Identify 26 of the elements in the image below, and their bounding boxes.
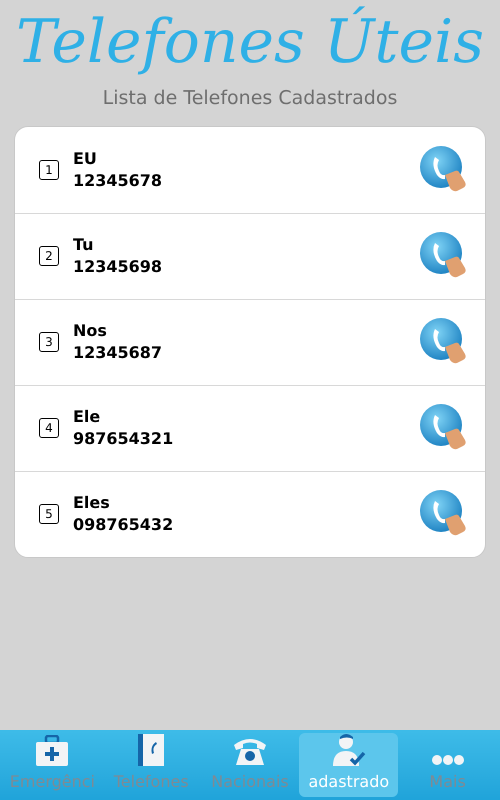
contact-row[interactable]: 4 Ele 987654321 xyxy=(15,384,485,470)
user-check-icon xyxy=(330,733,367,767)
contact-phone: 12345678 xyxy=(73,170,164,192)
contact-phone: 12345698 xyxy=(73,256,164,278)
index-number: 1 xyxy=(39,160,59,180)
contact-name: EU xyxy=(73,148,98,170)
contact-phone: 987654321 xyxy=(73,428,174,450)
contact-phone: 098765432 xyxy=(73,514,174,536)
contact-name: Ele xyxy=(73,406,102,428)
contact-name: Nos xyxy=(73,320,108,342)
medical-kit-icon xyxy=(35,735,70,767)
contact-row[interactable]: 5 Eles 098765432 xyxy=(15,470,485,556)
index-number: 5 xyxy=(39,504,59,524)
index-number: 4 xyxy=(39,418,59,438)
phone-book-icon xyxy=(136,733,166,767)
more-icon xyxy=(430,753,465,767)
contact-name: Tu xyxy=(73,234,95,256)
contact-row[interactable]: 2 Tu 12345698 xyxy=(15,212,485,298)
contact-row[interactable]: 1 EU 12345678 xyxy=(15,126,485,212)
contact-row[interactable]: 3 Nos 12345687 xyxy=(15,298,485,384)
subtitle: Lista de Telefones Cadastrados xyxy=(102,86,398,111)
index-number: 2 xyxy=(39,246,59,266)
index-number: 3 xyxy=(39,332,59,352)
app-title: Telefones Úteis xyxy=(16,5,484,79)
contact-name: Eles xyxy=(73,492,111,514)
contact-phone: 12345687 xyxy=(73,342,164,364)
